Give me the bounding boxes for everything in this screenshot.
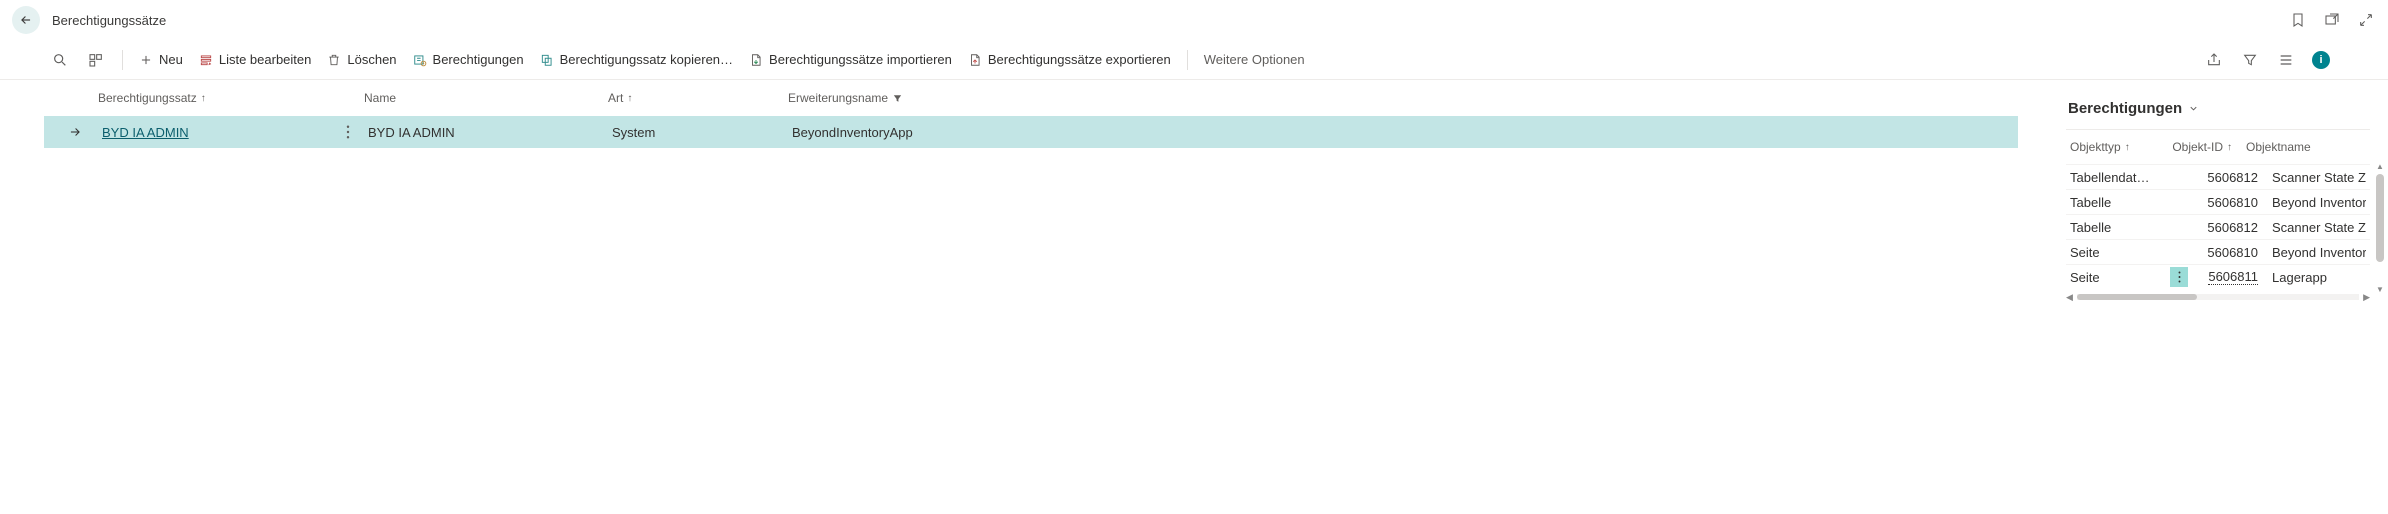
copy-permset-label: Berechtigungssatz kopieren…	[560, 52, 733, 67]
info-icon[interactable]: i	[2312, 51, 2330, 69]
list-mode-icon[interactable]	[2276, 50, 2296, 70]
scroll-left-icon[interactable]: ◀	[2066, 292, 2073, 303]
col-header-label: Art	[608, 91, 623, 105]
grid-header: Berechtigungssatz ↑ Name Art ↑ Erweiteru…	[40, 80, 2018, 116]
cell-object-id: 5606811	[2196, 269, 2258, 285]
new-label: Neu	[159, 52, 183, 67]
cell-object-name: Scanner State Zeile	[2258, 170, 2366, 185]
scroll-down-icon[interactable]: ▼	[2376, 285, 2384, 293]
col-header-label: Berechtigungssatz	[98, 91, 197, 105]
new-button[interactable]: Neu	[139, 52, 183, 67]
back-button[interactable]	[12, 6, 40, 34]
cell-object-id: 5606810	[2196, 195, 2258, 210]
collapse-icon[interactable]	[2356, 10, 2376, 30]
fb-col-object-name[interactable]: Objektname	[2232, 140, 2366, 154]
cell-object-type: Tabelle	[2070, 195, 2170, 210]
filter-icon[interactable]	[2240, 50, 2260, 70]
sort-asc-icon: ↑	[201, 93, 206, 104]
chevron-down-icon	[2188, 103, 2199, 114]
table-row[interactable]: BYD IA ADMIN BYD IA ADMIN System BeyondI…	[44, 116, 2018, 148]
share-icon[interactable]	[2204, 50, 2224, 70]
toolbar: Neu Liste bearbeiten Löschen Berechtigun…	[0, 40, 2388, 80]
cell-object-id: 5606812	[2196, 170, 2258, 185]
cell-object-type: Seite	[2070, 270, 2170, 285]
cell-object-id: 5606812	[2196, 220, 2258, 235]
delete-button[interactable]: Löschen	[327, 52, 396, 67]
grid: Berechtigungssatz ↑ Name Art ↑ Erweiteru…	[0, 80, 2058, 514]
row-menu-icon[interactable]	[2170, 267, 2188, 287]
scrollbar-vertical[interactable]: ▲ ▼	[2376, 164, 2384, 291]
factbox-row[interactable]: Seite 5606810Beyond Inventory App Einrich	[2066, 239, 2370, 264]
col-header-label: Name	[364, 91, 396, 105]
cell-object-name: Beyond Inventory App Einrich	[2258, 195, 2366, 210]
cell-object-type: Seite	[2070, 245, 2170, 260]
list-view-icon[interactable]	[86, 50, 106, 70]
titlebar: Berechtigungssätze	[0, 0, 2388, 40]
cell-object-name: Scanner State Zeile	[2258, 220, 2366, 235]
scroll-right-icon[interactable]: ▶	[2363, 292, 2370, 303]
import-label: Berechtigungssätze importieren	[769, 52, 952, 67]
cell-extension: BeyondInventoryApp	[792, 125, 2018, 140]
cell-object-name: Lagerapp	[2258, 270, 2366, 285]
scroll-thumb[interactable]	[2376, 174, 2384, 262]
popout-icon[interactable]	[2322, 10, 2342, 30]
delete-label: Löschen	[347, 52, 396, 67]
factbox-title: Berechtigungen	[2068, 100, 2182, 117]
factbox: Berechtigungen Objekttyp ↑ Objekt-ID ↑ O…	[2058, 80, 2388, 514]
cell-type: System	[612, 125, 792, 140]
sort-asc-icon: ↑	[2125, 142, 2130, 153]
edit-list-label: Liste bearbeiten	[219, 52, 312, 67]
fb-col-object-type[interactable]: Objekttyp ↑	[2070, 140, 2170, 154]
factbox-row[interactable]: Seite 5606811Lagerapp	[2066, 264, 2370, 289]
factbox-row[interactable]: Tabelle 5606810Beyond Inventory App Einri…	[2066, 189, 2370, 214]
edit-list-button[interactable]: Liste bearbeiten	[199, 52, 312, 67]
factbox-header[interactable]: Berechtigungen	[2068, 100, 2370, 117]
cell-object-name: Beyond Inventory App Einrich	[2258, 245, 2366, 260]
cell-object-type: Tabellendat…	[2070, 170, 2170, 185]
col-header-label: Erweiterungsname	[788, 91, 888, 105]
factbox-table: Objekttyp ↑ Objekt-ID ↑ Objektname Tabel…	[2066, 129, 2370, 303]
factbox-header-row: Objekttyp ↑ Objekt-ID ↑ Objektname	[2066, 130, 2370, 164]
filter-applied-icon	[892, 93, 903, 104]
scroll-up-icon[interactable]: ▲	[2376, 162, 2384, 170]
col-header-label: Objekttyp	[2070, 140, 2121, 154]
col-header-label: Objektname	[2246, 140, 2311, 154]
copy-permset-button[interactable]: Berechtigungssatz kopieren…	[540, 52, 733, 67]
col-header-extension[interactable]: Erweiterungsname	[788, 91, 2018, 105]
factbox-row[interactable]: Tabelle 5606812Scanner State Zeile	[2066, 214, 2370, 239]
col-header-label: Objekt-ID	[2172, 140, 2223, 154]
cell-name: BYD IA ADMIN	[368, 125, 612, 140]
search-icon[interactable]	[50, 50, 70, 70]
permission-set-link[interactable]: BYD IA ADMIN	[102, 125, 189, 140]
permissions-button[interactable]: Berechtigungen	[413, 52, 524, 67]
permissions-label: Berechtigungen	[433, 52, 524, 67]
export-button[interactable]: Berechtigungssätze exportieren	[968, 52, 1171, 67]
bookmark-icon[interactable]	[2288, 10, 2308, 30]
col-header-type[interactable]: Art ↑	[608, 91, 788, 105]
col-header-permission-set[interactable]: Berechtigungssatz ↑	[98, 91, 364, 105]
scrollbar-horizontal[interactable]: ◀ ▶	[2066, 291, 2370, 303]
page-title: Berechtigungssätze	[52, 13, 166, 28]
scroll-thumb[interactable]	[2077, 294, 2197, 300]
factbox-row[interactable]: Tabellendat… 5606812Scanner State Zeile	[2066, 164, 2370, 189]
cell-object-id: 5606810	[2196, 245, 2258, 260]
export-label: Berechtigungssätze exportieren	[988, 52, 1171, 67]
row-indicator-icon	[44, 125, 102, 139]
import-button[interactable]: Berechtigungssätze importieren	[749, 52, 952, 67]
cell-object-type: Tabelle	[2070, 220, 2170, 235]
fb-col-object-id[interactable]: Objekt-ID ↑	[2170, 140, 2232, 154]
more-options-button[interactable]: Weitere Optionen	[1204, 52, 1305, 67]
sort-asc-icon: ↑	[627, 93, 632, 104]
col-header-name[interactable]: Name	[364, 91, 608, 105]
